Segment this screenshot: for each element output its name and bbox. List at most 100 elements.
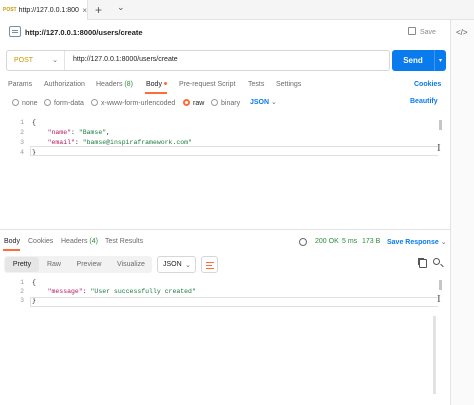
tab-settings[interactable]: Settings [276, 81, 301, 88]
line-number: 1 [20, 279, 24, 286]
radio-circle-icon [211, 99, 218, 106]
radio-selected-icon [183, 99, 190, 106]
response-format-select[interactable]: JSON ⌄ [157, 256, 196, 273]
json-key: "message" [47, 288, 83, 295]
tab-label: Body [146, 81, 162, 88]
json-punctuation: { [32, 119, 36, 126]
tab-url-label: http://127.0.0.1:8000/users/create [18, 6, 80, 14]
tab-headers[interactable]: Headers (8) [96, 81, 133, 88]
response-tab-test-results[interactable]: Test Results [105, 238, 143, 245]
globe-icon[interactable] [299, 238, 307, 246]
send-button[interactable]: Send [392, 50, 434, 71]
body-format-value: JSON [250, 99, 270, 106]
radio-form-data[interactable]: form-data [44, 99, 84, 107]
line-number: 4 [20, 149, 24, 156]
line-number: 1 [20, 119, 24, 126]
tab-label: Headers [96, 81, 123, 88]
tab-label: Cookies [28, 238, 54, 245]
active-tab-indicator [3, 249, 20, 251]
tab-label: Settings [276, 81, 302, 88]
response-tab-headers[interactable]: Headers (4) [61, 238, 98, 245]
chevron-down-icon[interactable]: ⌄ [117, 2, 125, 13]
tab-label: Body [4, 238, 20, 245]
json-punctuation [32, 288, 48, 295]
search-icon[interactable] [433, 258, 440, 265]
code-line: "name": "Bamse", [32, 129, 110, 136]
tab-label: Tests [248, 81, 265, 88]
line-number: 2 [20, 129, 24, 136]
method-value: POST [14, 57, 34, 64]
pane-divider[interactable] [0, 229, 450, 230]
editor-scrollbar[interactable] [439, 120, 442, 130]
code-snippet-icon[interactable]: </> [456, 28, 468, 37]
wrap-lines-icon [206, 262, 214, 263]
beautify-button[interactable]: Beautify [410, 98, 438, 105]
url-input[interactable]: http://127.0.0.1:8000/users/create [73, 56, 178, 63]
code-line: "email": "bamse@inspiraframework.com" [32, 139, 192, 146]
save-button[interactable]: Save [408, 27, 436, 36]
active-tab-indicator [145, 92, 167, 94]
copy-icon[interactable] [419, 259, 427, 268]
response-time[interactable]: 5 ms [342, 238, 357, 245]
tab-authorization[interactable]: Authorization [44, 81, 85, 88]
new-tab-button[interactable]: + [95, 3, 102, 17]
active-line-highlight [30, 297, 438, 307]
json-punctuation: , [106, 129, 111, 136]
json-key: "name" [47, 129, 72, 136]
line-number: 2 [20, 288, 24, 295]
right-sidebar [450, 20, 474, 405]
view-raw-button[interactable]: Raw [42, 257, 66, 272]
json-punctuation: : [71, 129, 79, 136]
response-scrollbar[interactable] [439, 280, 442, 290]
response-tab-cookies[interactable]: Cookies [28, 238, 53, 245]
radio-label: x-www-form-urlencoded [101, 100, 176, 107]
save-response-button[interactable]: Save Response ⌄ [387, 238, 447, 246]
radio-label: none [22, 100, 38, 107]
save-icon [408, 27, 416, 35]
close-tab-icon[interactable]: × [82, 6, 87, 15]
response-size[interactable]: 173 B [362, 238, 380, 245]
code-line: "message": "User successfully created" [32, 288, 196, 295]
radio-none[interactable]: none [12, 99, 38, 107]
save-label: Save [420, 29, 436, 36]
json-punctuation: { [32, 279, 36, 286]
json-punctuation [32, 129, 48, 136]
response-tab-body[interactable]: Body [4, 238, 20, 245]
view-visualize-button[interactable]: Visualize [112, 257, 150, 272]
tab-body[interactable]: Body [146, 81, 167, 88]
radio-x-www-form-urlencoded[interactable]: x-www-form-urlencoded [91, 99, 175, 107]
wrap-lines-icon [206, 265, 212, 266]
radio-label: raw [193, 100, 205, 107]
radio-circle-icon [12, 99, 19, 106]
radio-raw[interactable]: raw [183, 99, 204, 107]
save-response-label: Save Response [387, 239, 439, 246]
cookies-link[interactable]: Cookies [414, 81, 441, 88]
tab-label: Headers [61, 238, 88, 245]
wrap-lines-button[interactable] [201, 256, 218, 273]
response-format-value: JSON [163, 261, 182, 268]
text-cursor-icon: I [437, 142, 441, 154]
radio-circle-icon [91, 99, 98, 106]
response-scroll-track[interactable] [433, 316, 436, 394]
line-number: 3 [20, 297, 24, 304]
json-string: "User successfully created" [90, 288, 196, 295]
request-tab[interactable]: POST http://127.0.0.1:8000/users/create … [0, 0, 88, 20]
tab-tests[interactable]: Tests [248, 81, 264, 88]
status-code[interactable]: 200 OK [315, 238, 339, 245]
view-preview-button[interactable]: Preview [72, 257, 106, 272]
send-dropdown-icon[interactable]: ▾ [434, 50, 446, 71]
json-punctuation: : [82, 288, 91, 295]
radio-binary[interactable]: binary [211, 99, 240, 107]
code-line: { [32, 279, 36, 286]
method-select[interactable]: POST ⌄ [7, 51, 65, 70]
chevron-down-icon: ⌄ [440, 239, 447, 246]
tab-pre-request-script[interactable]: Pre-request Script [179, 81, 235, 88]
body-format-select[interactable]: JSON ⌄ [250, 98, 277, 106]
text-cursor-icon: I [437, 293, 441, 305]
modified-dot-icon [163, 82, 167, 85]
radio-label: binary [221, 100, 241, 107]
tab-label: Test Results [105, 238, 144, 245]
tab-params[interactable]: Params [8, 81, 32, 88]
request-title[interactable]: http://127.0.0.1:8000/users/create [25, 28, 143, 37]
view-pretty-button[interactable]: Pretty [5, 257, 39, 272]
